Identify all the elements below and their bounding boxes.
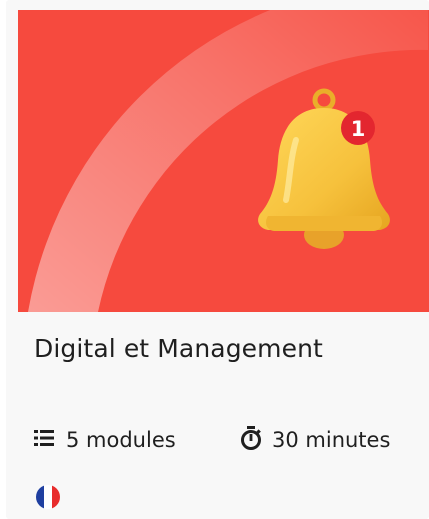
modules-info: 5 modules	[34, 426, 176, 454]
banner-illustration: 1	[28, 10, 428, 312]
bell-icon	[258, 88, 390, 249]
notification-badge: 1	[341, 111, 375, 145]
course-card[interactable]: 1 Digital et Management 5 modules 30 min…	[6, 0, 429, 519]
modules-count: 5 modules	[66, 428, 176, 452]
stopwatch-icon	[240, 425, 262, 455]
french-flag-icon	[36, 485, 60, 509]
course-banner: 1	[18, 10, 429, 312]
duration-value: 30 minutes	[272, 428, 391, 452]
list-icon	[34, 428, 56, 452]
course-title: Digital et Management	[34, 334, 323, 363]
badge-count: 1	[351, 117, 366, 141]
duration-info: 30 minutes	[240, 425, 391, 455]
